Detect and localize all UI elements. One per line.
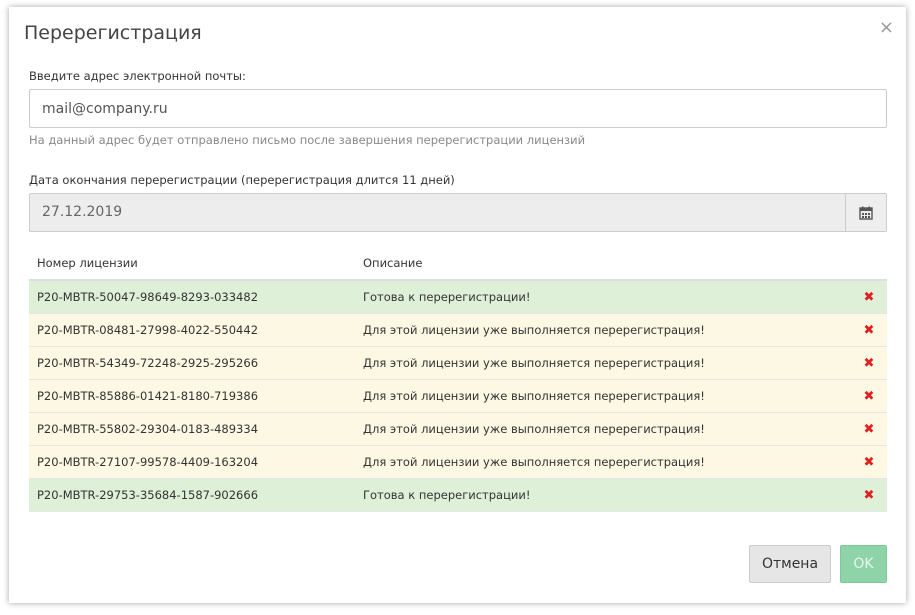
remove-icon[interactable]: ✖ <box>851 313 887 347</box>
license-description: Готова к перерегистрации! <box>355 478 851 512</box>
end-date-field: 27.12.2019 <box>29 193 887 232</box>
license-number: P20-MBTR-50047-98649-8293-033482 <box>29 280 355 314</box>
calendar-icon <box>859 206 873 220</box>
remove-icon[interactable]: ✖ <box>851 445 887 479</box>
close-icon[interactable]: × <box>879 19 894 37</box>
table-row: P20-MBTR-50047-98649-8293-033482 Готова к… <box>29 280 887 314</box>
license-number: P20-MBTR-08481-27998-4022-550442 <box>29 313 355 347</box>
remove-icon[interactable]: ✖ <box>851 478 887 512</box>
license-number: P20-MBTR-85886-01421-8180-719386 <box>29 379 355 413</box>
remove-icon[interactable]: ✖ <box>851 412 887 446</box>
email-input[interactable] <box>29 89 887 128</box>
license-number: P20-MBTR-27107-99578-4409-163204 <box>29 445 355 479</box>
ok-button[interactable]: OK <box>840 545 887 583</box>
license-number: P20-MBTR-54349-72248-2925-295266 <box>29 346 355 380</box>
dialog-title: Перерегистрация <box>24 22 202 44</box>
license-description: Для этой лицензии уже выполняется перере… <box>355 313 851 347</box>
license-number: P20-MBTR-29753-35684-1587-902666 <box>29 478 355 512</box>
license-description: Для этой лицензии уже выполняется перере… <box>355 346 851 380</box>
license-description: Для этой лицензии уже выполняется перере… <box>355 412 851 446</box>
date-label: Дата окончания перерегистрации (перереги… <box>29 173 455 187</box>
table-row: P20-MBTR-54349-72248-2925-295266 Для этой… <box>29 346 887 380</box>
column-header-license: Номер лицензии <box>29 247 355 281</box>
license-number: P20-MBTR-55802-29304-0183-489334 <box>29 412 355 446</box>
calendar-button[interactable] <box>845 194 886 231</box>
email-hint: На данный адрес будет отправлено письмо … <box>29 133 586 147</box>
license-table: Номер лицензии Описание P20-MBTR-50047-9… <box>29 247 887 512</box>
remove-icon[interactable]: ✖ <box>851 379 887 413</box>
table-row: P20-MBTR-55802-29304-0183-489334 Для этой… <box>29 412 887 446</box>
column-header-description: Описание <box>355 247 851 281</box>
reregistration-dialog: Перерегистрация × Введите адрес электрон… <box>9 7 906 603</box>
cancel-button[interactable]: Отмена <box>749 545 831 583</box>
column-header-actions <box>851 247 887 281</box>
license-description: Для этой лицензии уже выполняется перере… <box>355 379 851 413</box>
license-description: Для этой лицензии уже выполняется перере… <box>355 445 851 479</box>
end-date-value: 27.12.2019 <box>42 204 123 220</box>
table-row: P20-MBTR-08481-27998-4022-550442 Для этой… <box>29 313 887 347</box>
email-label: Введите адрес электронной почты: <box>29 69 246 83</box>
table-header-row: Номер лицензии Описание <box>29 247 887 281</box>
table-row: P20-MBTR-27107-99578-4409-163204 Для этой… <box>29 445 887 479</box>
remove-icon[interactable]: ✖ <box>851 346 887 380</box>
license-description: Готова к перерегистрации! <box>355 280 851 314</box>
remove-icon[interactable]: ✖ <box>851 280 887 314</box>
table-row: P20-MBTR-85886-01421-8180-719386 Для этой… <box>29 379 887 413</box>
table-row: P20-MBTR-29753-35684-1587-902666 Готова к… <box>29 478 887 512</box>
